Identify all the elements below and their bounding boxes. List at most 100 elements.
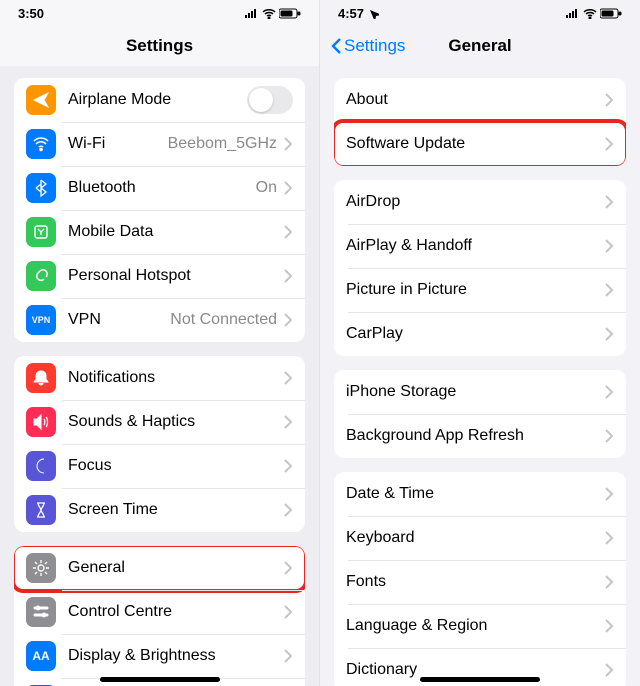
chevron-icon [604, 574, 614, 590]
chevron-icon [283, 604, 293, 620]
signal-icon [245, 8, 259, 19]
row-label: Focus [68, 457, 283, 475]
row-software-update[interactable]: Software Update [334, 122, 626, 166]
general-scroll[interactable]: About Software Update AirDrop AirPlay & … [320, 66, 640, 686]
row-label: Background App Refresh [346, 427, 604, 445]
page-title: General [448, 36, 511, 56]
chevron-icon [283, 648, 293, 664]
row-airplay[interactable]: AirPlay & Handoff [334, 224, 626, 268]
chevron-icon [283, 502, 293, 518]
row-pip[interactable]: Picture in Picture [334, 268, 626, 312]
row-label: About [346, 91, 604, 109]
chevron-icon [604, 486, 614, 502]
row-label: Airplane Mode [68, 91, 247, 109]
wifi-icon [262, 8, 276, 19]
aa-icon: AA [26, 641, 56, 671]
home-indicator[interactable] [100, 677, 220, 682]
row-notifications[interactable]: Notifications [14, 356, 305, 400]
chevron-icon [283, 180, 293, 196]
row-mobile-data[interactable]: Mobile Data [14, 210, 305, 254]
row-label: Screen Time [68, 501, 283, 519]
hourglass-icon [26, 495, 56, 525]
gear-icon [26, 553, 56, 583]
status-indicators [566, 8, 622, 19]
chevron-icon [604, 238, 614, 254]
group-datetime: Date & Time Keyboard Fonts Language & Re… [334, 472, 626, 686]
nav-bar: Settings General [320, 26, 640, 66]
row-wifi[interactable]: Wi-Fi Beebom_5GHz [14, 122, 305, 166]
battery-icon [279, 8, 301, 19]
row-airplane[interactable]: Airplane Mode [14, 78, 305, 122]
chevron-icon [283, 560, 293, 576]
row-label: AirPlay & Handoff [346, 237, 604, 255]
antenna-icon [26, 217, 56, 247]
nav-bar: Settings [0, 26, 319, 66]
status-time: 4:57 [338, 6, 364, 21]
row-label: General [68, 559, 283, 577]
group-general: General Control Centre AA Display & Brig… [14, 546, 305, 686]
group-notifications: Notifications Sounds & Haptics Focus Scr… [14, 356, 305, 532]
row-about[interactable]: About [334, 78, 626, 122]
moon-icon [26, 451, 56, 481]
row-focus[interactable]: Focus [14, 444, 305, 488]
row-label: VPN [68, 311, 170, 329]
chevron-icon [283, 224, 293, 240]
status-bar: 4:57 [320, 0, 640, 26]
row-label: Keyboard [346, 529, 604, 547]
bell-icon [26, 363, 56, 393]
chevron-icon [604, 92, 614, 108]
group-connectivity: Airplane Mode Wi-Fi Beebom_5GHz Bluetoot… [14, 78, 305, 342]
sliders-icon [26, 597, 56, 627]
row-fonts[interactable]: Fonts [334, 560, 626, 604]
home-indicator[interactable] [420, 677, 540, 682]
row-label: Mobile Data [68, 223, 283, 241]
status-time: 3:50 [18, 6, 44, 21]
row-screen-time[interactable]: Screen Time [14, 488, 305, 532]
row-airdrop[interactable]: AirDrop [334, 180, 626, 224]
row-value: On [256, 179, 277, 197]
row-storage[interactable]: iPhone Storage [334, 370, 626, 414]
link-icon [26, 261, 56, 291]
row-hotspot[interactable]: Personal Hotspot [14, 254, 305, 298]
chevron-icon [604, 662, 614, 678]
row-label: Fonts [346, 573, 604, 591]
row-label: Notifications [68, 369, 283, 387]
row-label: AirDrop [346, 193, 604, 211]
airplane-switch[interactable] [247, 86, 293, 114]
row-general[interactable]: General [14, 546, 305, 590]
group-about: About Software Update [334, 78, 626, 166]
row-label: Date & Time [346, 485, 604, 503]
row-language[interactable]: Language & Region [334, 604, 626, 648]
bluetooth-icon [26, 173, 56, 203]
settings-scroll[interactable]: Airplane Mode Wi-Fi Beebom_5GHz Bluetoot… [0, 66, 319, 686]
battery-icon [600, 8, 622, 19]
row-datetime[interactable]: Date & Time [334, 472, 626, 516]
row-label: CarPlay [346, 325, 604, 343]
row-bluetooth[interactable]: Bluetooth On [14, 166, 305, 210]
row-label: Picture in Picture [346, 281, 604, 299]
row-keyboard[interactable]: Keyboard [334, 516, 626, 560]
back-label: Settings [344, 36, 405, 56]
row-sounds[interactable]: Sounds & Haptics [14, 400, 305, 444]
signal-icon [566, 8, 580, 19]
wifi-icon [583, 8, 597, 19]
row-carplay[interactable]: CarPlay [334, 312, 626, 356]
row-label: Language & Region [346, 617, 604, 635]
row-label: Wi-Fi [68, 135, 168, 153]
row-display[interactable]: AA Display & Brightness [14, 634, 305, 678]
row-vpn[interactable]: VPN VPN Not Connected [14, 298, 305, 342]
chevron-icon [604, 384, 614, 400]
row-value: Not Connected [170, 311, 277, 329]
row-label: Display & Brightness [68, 647, 283, 665]
row-refresh[interactable]: Background App Refresh [334, 414, 626, 458]
group-storage: iPhone Storage Background App Refresh [334, 370, 626, 458]
row-control-centre[interactable]: Control Centre [14, 590, 305, 634]
back-button[interactable]: Settings [330, 36, 405, 56]
chevron-icon [604, 282, 614, 298]
chevron-icon [604, 326, 614, 342]
airplane-icon [26, 85, 56, 115]
status-indicators [245, 8, 301, 19]
chevron-icon [604, 428, 614, 444]
row-label: Personal Hotspot [68, 267, 283, 285]
chevron-icon [283, 414, 293, 430]
